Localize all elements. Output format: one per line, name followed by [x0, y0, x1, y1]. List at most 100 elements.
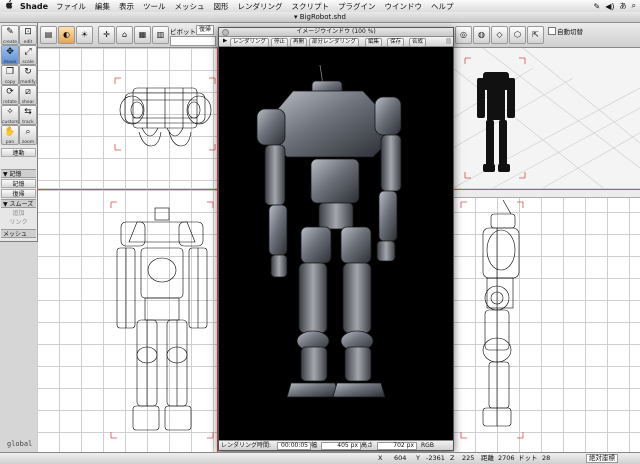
smooth-section-header[interactable]: ▼ スムーズ	[1, 199, 36, 208]
unit-label: ドット	[518, 454, 538, 462]
copy-tool[interactable]: ❐ copy	[1, 65, 19, 85]
pivot-label: ピボット	[170, 28, 196, 36]
move-tool[interactable]: ✥ move	[1, 45, 19, 65]
rotate-icon: ⟳	[6, 87, 14, 97]
record-button[interactable]: 記憶	[1, 179, 36, 188]
spotlight-icon[interactable]: ⌕	[632, 1, 636, 11]
document-title: BigRobot.shd	[299, 13, 346, 21]
auto-switch-label: 自動切替	[557, 28, 583, 36]
pan-icon: ✋	[4, 127, 16, 137]
side-view-button[interactable]: ▥	[152, 26, 169, 44]
rendered-robot-image	[256, 64, 402, 398]
script-icon[interactable]: ✎	[594, 2, 601, 11]
menu-view[interactable]: 表示	[119, 1, 134, 12]
mesh-section-header[interactable]: メッシュ	[1, 229, 36, 238]
menu-shape[interactable]: 図形	[214, 1, 229, 12]
track-tool[interactable]: ⇆ track	[19, 105, 37, 125]
distance-value: 2706	[498, 454, 515, 462]
unit-value: 28	[542, 454, 551, 462]
create-tool[interactable]: ✎ create	[1, 25, 19, 45]
menu-help[interactable]: ヘルプ	[431, 1, 454, 12]
document-title-bar: ▾ BigRobot.shd	[0, 12, 640, 23]
fit-view-button[interactable]: ⇱	[527, 26, 544, 44]
top-view[interactable]	[37, 48, 217, 188]
image-window-title-bar: イメージウインドウ (100 %)	[219, 28, 453, 37]
coordinate-status-bar: X 604 Y -2361 Z 225 距離 2706 ドット 28 絶対座標	[0, 452, 640, 464]
toolbox: ✎ create ⊡ edit ✥ move ⤢ scale ❐ copy ↻ modify…	[0, 23, 38, 242]
front-view-button[interactable]: ▦	[134, 26, 151, 44]
create-icon: ✎	[6, 27, 14, 37]
surface-button[interactable]: ◐	[58, 26, 75, 44]
custom-tool[interactable]: ✧ custom	[1, 105, 19, 125]
front-view-wireframe	[110, 201, 214, 439]
edit-tool[interactable]: ⊡ edit	[19, 25, 37, 45]
menu-window[interactable]: ウインドウ	[385, 1, 423, 12]
track-icon: ⇆	[24, 107, 32, 117]
height-field[interactable]: 702 px	[377, 442, 417, 450]
side-view[interactable]	[453, 190, 640, 452]
resume-button[interactable]: 再開	[290, 38, 308, 47]
x-coord-value: 604	[394, 454, 407, 462]
perspective-button[interactable]: ◇	[491, 26, 508, 44]
front-view[interactable]	[37, 190, 217, 452]
height-label: 高さ	[361, 442, 374, 449]
perspective-view[interactable]	[453, 48, 640, 188]
link-button[interactable]: 連動	[1, 148, 36, 157]
coord-mode-select[interactable]: 絶対座標	[586, 454, 618, 463]
volume-icon[interactable]: ◀)	[605, 2, 614, 11]
menu-edit[interactable]: 編集	[95, 1, 110, 12]
pivot-field[interactable]: 復帰	[196, 25, 215, 35]
y-coord-value: -2361	[426, 454, 445, 462]
wire-button[interactable]: ⬡	[509, 26, 526, 44]
side-view-wireframe	[460, 199, 524, 439]
y-coord-label: Y	[416, 454, 420, 462]
save-menu-button[interactable]: 保存	[387, 38, 405, 47]
render-preset-button[interactable]: ◎	[455, 26, 472, 44]
rotate-tool[interactable]: ⟳ rotate	[1, 85, 19, 105]
z-coord-label: Z	[450, 454, 455, 462]
image-window: イメージウインドウ (100 %) ▶ レンダリング 停止 再開 部分レンダリン…	[218, 27, 454, 451]
shading-button[interactable]: ◍	[473, 26, 490, 44]
width-field[interactable]: 405 px	[321, 442, 361, 450]
pan-tool[interactable]: ✋ pan	[1, 125, 19, 145]
axis-view-button[interactable]: ✛	[98, 26, 115, 44]
stop-button[interactable]: 停止	[271, 38, 289, 47]
camera-button[interactable]: ⌂	[116, 26, 133, 44]
width-label: 幅	[311, 442, 318, 449]
add-button[interactable]: 追加	[1, 209, 36, 218]
restore-button[interactable]: 復帰	[1, 189, 36, 198]
link-disabled-button[interactable]: リンク	[1, 218, 36, 227]
menu-plugin[interactable]: プラグイン	[338, 1, 376, 12]
render-button[interactable]: レンダリング	[230, 38, 270, 47]
scale-tool[interactable]: ⤢ scale	[19, 45, 37, 65]
partial-render-button[interactable]: 部分レンダリング	[309, 38, 360, 47]
image-window-scrollbar-icon[interactable]	[446, 38, 451, 44]
shear-icon: ⧄	[25, 87, 31, 97]
menu-rendering[interactable]: レンダリング	[238, 1, 283, 12]
light-button[interactable]: ☀	[76, 26, 93, 44]
menu-mesh[interactable]: メッシュ	[175, 1, 205, 12]
auto-switch-checkbox[interactable]	[548, 27, 556, 35]
composite-menu-button[interactable]: 合成	[409, 38, 427, 47]
color-mode-label: RGB	[421, 442, 434, 449]
pivot-secondary-field[interactable]	[170, 36, 216, 46]
edit-menu-button[interactable]: 編集	[365, 38, 383, 47]
input-menu-icon[interactable]: あ	[620, 1, 627, 11]
shear-tool[interactable]: ⧄ shear	[19, 85, 37, 105]
distance-label: 距離	[481, 454, 494, 462]
modify-tool[interactable]: ↻ modify	[19, 65, 37, 85]
custom-icon: ✧	[6, 107, 14, 117]
move-icon: ✥	[6, 47, 14, 57]
browser-toggle-button[interactable]: ▤	[40, 26, 57, 44]
scale-icon: ⤢	[24, 47, 32, 57]
apple-menu-icon[interactable]	[0, 0, 18, 12]
play-icon[interactable]: ▶	[221, 38, 229, 45]
menu-file[interactable]: ファイル	[56, 1, 86, 12]
record-section-header[interactable]: ▼ 記憶	[1, 169, 36, 178]
menu-tools[interactable]: ツール	[143, 1, 166, 12]
menu-script[interactable]: スクリプト	[292, 1, 330, 12]
app-menu[interactable]: Shade	[20, 2, 48, 11]
close-icon[interactable]	[222, 29, 229, 36]
image-window-toolbar: ▶ レンダリング 停止 再開 部分レンダリング 編集 保存 合成	[219, 37, 453, 47]
zoom-tool[interactable]: ⌕ zoom	[19, 125, 37, 145]
